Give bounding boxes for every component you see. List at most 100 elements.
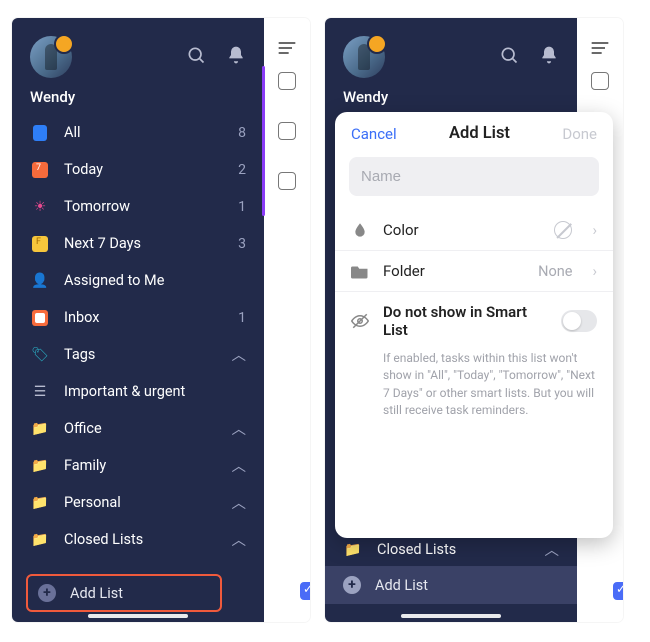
- sidebar-item-label: Tomorrow: [64, 198, 224, 215]
- sidebar-item-inbox[interactable]: Inbox 1: [12, 299, 264, 336]
- menu-icon[interactable]: [277, 40, 297, 60]
- home-indicator: [401, 614, 501, 618]
- count-badge: 2: [238, 162, 246, 178]
- task-checkbox-checked[interactable]: [300, 582, 310, 600]
- screenshot-right: Wendy 📁 Personal ︿ 📁 Closed Lists ︿ + Ad…: [325, 18, 623, 622]
- add-list-label: Add List: [375, 577, 428, 594]
- count-badge: 3: [238, 236, 246, 252]
- chevron-up-icon: ︿: [232, 529, 247, 550]
- row-value: None: [538, 263, 572, 280]
- add-list-modal: Cancel Add List Done Color › Folder None…: [335, 112, 613, 538]
- done-button[interactable]: Done: [562, 125, 597, 143]
- chevron-up-icon: ︿: [232, 344, 247, 365]
- sidebar-item-label: Tags: [64, 346, 218, 363]
- sidebar-item-label: Assigned to Me: [64, 272, 246, 289]
- bell-icon[interactable]: [539, 45, 559, 69]
- sidebar-item-tags[interactable]: 🏷 Tags ︿: [12, 336, 264, 373]
- sidebar-item-label: Closed Lists: [377, 541, 531, 558]
- chevron-up-icon: ︿: [232, 492, 247, 513]
- content-peek: [264, 18, 310, 622]
- avatar[interactable]: [343, 36, 385, 78]
- today-icon: [30, 160, 50, 180]
- add-list-button[interactable]: + Add List: [26, 574, 222, 612]
- sidebar-item-tomorrow[interactable]: ☀ Tomorrow 1: [12, 188, 264, 225]
- sidebar-header: Wendy: [12, 18, 264, 114]
- folder-icon: 📁: [30, 493, 50, 513]
- folder-icon: 📁: [30, 456, 50, 476]
- menu-icon[interactable]: [590, 40, 610, 60]
- sidebar: Wendy All 8 Today 2 ☀ Tomorrow 1 Next 7 …: [12, 18, 264, 622]
- bell-icon[interactable]: [226, 45, 246, 69]
- add-list-button[interactable]: + Add List: [325, 566, 577, 604]
- sidebar-item-office[interactable]: 📁 Office ︿: [12, 410, 264, 447]
- task-checkbox-checked[interactable]: [613, 582, 623, 600]
- assigned-icon: 👤: [30, 271, 50, 291]
- sidebar-item-label: Inbox: [64, 309, 224, 326]
- sidebar-item-all[interactable]: All 8: [12, 114, 264, 151]
- home-indicator: [88, 614, 188, 618]
- plus-icon: +: [343, 576, 361, 594]
- sidebar-item-assigned[interactable]: 👤 Assigned to Me: [12, 262, 264, 299]
- count-badge: 1: [238, 310, 246, 326]
- sidebar-item-family[interactable]: 📁 Family ︿: [12, 447, 264, 484]
- smart-list-toggle[interactable]: [561, 310, 597, 332]
- sidebar-item-label: Office: [64, 420, 218, 437]
- sidebar-item-important[interactable]: ☰ Important & urgent: [12, 373, 264, 410]
- sidebar-item-personal[interactable]: 📁 Personal ︿: [12, 484, 264, 521]
- row-label: Color: [383, 221, 540, 239]
- all-icon: [30, 123, 50, 143]
- no-color-icon: [554, 221, 572, 239]
- task-checkbox[interactable]: [278, 172, 296, 190]
- row-label: Folder: [383, 262, 524, 280]
- chevron-up-icon: ︿: [545, 539, 560, 560]
- closed-icon: 📁: [30, 530, 50, 550]
- row-label: Do not show in Smart List: [383, 303, 547, 339]
- sidebar-item-label: Family: [64, 457, 218, 474]
- cancel-button[interactable]: Cancel: [351, 125, 397, 143]
- sidebar-list: All 8 Today 2 ☀ Tomorrow 1 Next 7 Days 3…: [12, 114, 264, 622]
- help-text: If enabled, tasks within this list won't…: [335, 350, 613, 438]
- task-checkbox[interactable]: [278, 72, 296, 90]
- screenshot-left: Wendy All 8 Today 2 ☀ Tomorrow 1 Next 7 …: [12, 18, 310, 622]
- sidebar-item-closed[interactable]: 📁 Closed Lists ︿: [12, 521, 264, 558]
- sidebar-item-label: Important & urgent: [64, 383, 246, 400]
- username[interactable]: Wendy: [343, 88, 559, 106]
- sidebar-item-label: Today: [64, 161, 224, 178]
- folder-icon: [351, 263, 369, 279]
- count-badge: 1: [238, 199, 246, 215]
- sidebar-header: Wendy: [325, 18, 577, 114]
- chevron-up-icon: ︿: [232, 455, 247, 476]
- task-checkbox[interactable]: [278, 122, 296, 140]
- smart-list-row[interactable]: Do not show in Smart List: [335, 291, 613, 350]
- sidebar-item-label: Next 7 Days: [64, 235, 224, 252]
- username[interactable]: Wendy: [30, 88, 246, 106]
- inbox-icon: [30, 308, 50, 328]
- task-checkbox[interactable]: [591, 72, 609, 90]
- search-icon[interactable]: [186, 45, 206, 69]
- add-list-label: Add List: [70, 585, 123, 602]
- tomorrow-icon: ☀: [30, 197, 50, 217]
- sidebar-item-label: Closed Lists: [64, 531, 218, 548]
- avatar[interactable]: [30, 36, 72, 78]
- tags-icon: 🏷: [30, 345, 50, 365]
- folder-icon: 📁: [30, 419, 50, 439]
- count-badge: 8: [238, 125, 246, 141]
- chevron-right-icon: ›: [592, 221, 597, 239]
- droplet-icon: [351, 221, 369, 239]
- eye-off-icon: [351, 312, 369, 330]
- sidebar-item-next7[interactable]: Next 7 Days 3: [12, 225, 264, 262]
- search-icon[interactable]: [499, 45, 519, 69]
- plus-icon: +: [38, 584, 56, 602]
- color-row[interactable]: Color ›: [335, 210, 613, 250]
- sidebar-item-today[interactable]: Today 2: [12, 151, 264, 188]
- folder-row[interactable]: Folder None ›: [335, 250, 613, 291]
- selection-indicator: [262, 66, 265, 216]
- sidebar-item-label: Personal: [64, 494, 218, 511]
- next7-icon: [30, 234, 50, 254]
- closed-icon: 📁: [343, 540, 363, 560]
- chevron-up-icon: ︿: [232, 418, 247, 439]
- sidebar-item-label: All: [64, 124, 224, 141]
- list-name-input[interactable]: [349, 157, 599, 196]
- filter-icon: ☰: [30, 382, 50, 402]
- modal-title: Add List: [449, 124, 510, 143]
